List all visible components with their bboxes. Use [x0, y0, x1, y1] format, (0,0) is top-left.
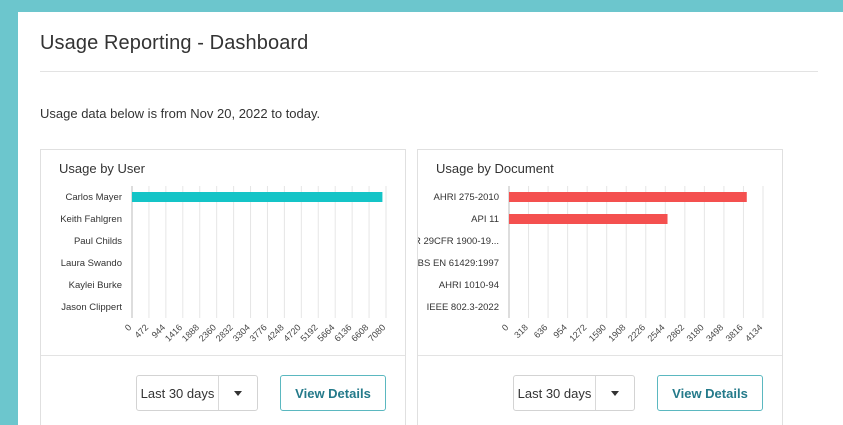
x-tick-label: 3304: [231, 322, 252, 343]
usage-by-user-chart: 0 472 944141618882360283233043776424847205…: [60, 186, 387, 344]
x-tick-label: 5664: [315, 322, 336, 343]
x-tick-label: 7080: [366, 322, 387, 343]
x-tick-label: 4134: [743, 322, 764, 343]
category-label: API 11: [471, 214, 499, 225]
x-tick-label: 472: [133, 322, 151, 340]
category-label: Keith Fahlgren: [60, 214, 122, 225]
bar: [509, 192, 747, 202]
x-tick-label: 5192: [298, 322, 319, 343]
x-tick-label: 3180: [685, 322, 706, 343]
time-range-select[interactable]: Last 30 days: [513, 375, 635, 411]
card-divider: [41, 355, 405, 356]
x-tick-label: 2862: [665, 322, 686, 343]
x-tick-label: 4248: [265, 322, 286, 343]
time-range-select[interactable]: Last 30 days: [136, 375, 258, 411]
x-tick-label: 4720: [282, 322, 303, 343]
category-label: Laura Swando: [61, 258, 122, 269]
time-range-value: Last 30 days: [514, 376, 596, 410]
view-details-button[interactable]: View Details: [280, 375, 386, 411]
category-label: CFR 29CFR 1900-19...: [418, 236, 499, 247]
x-tick-label: 636: [532, 322, 550, 340]
category-label: Kaylei Burke: [69, 280, 122, 291]
x-tick-label: 3776: [248, 322, 269, 343]
x-tick-label: 0: [123, 322, 134, 333]
bar: [132, 192, 383, 202]
view-details-button[interactable]: View Details: [657, 375, 763, 411]
category-label: Carlos Mayer: [66, 192, 123, 203]
category-label: Jason Clippert: [61, 302, 122, 313]
x-tick-label: 3816: [724, 322, 745, 343]
x-tick-label: 954: [551, 322, 569, 340]
page-title: Usage Reporting - Dashboard: [40, 32, 309, 54]
usage-by-document-chart: 0 318 636 954127215901908222625442862318034…: [418, 186, 764, 344]
chevron-down-icon[interactable]: [219, 376, 257, 410]
header-divider: [40, 71, 818, 72]
x-tick-label: 0: [500, 322, 511, 333]
time-range-value: Last 30 days: [137, 376, 219, 410]
x-tick-label: 6136: [332, 322, 353, 343]
category-label: AHRI 1010-94: [439, 280, 499, 291]
date-range-info: Usage data below is from Nov 20, 2022 to…: [40, 106, 321, 121]
x-tick-label: 1888: [180, 322, 201, 343]
category-label: BS EN 61429:1997: [418, 258, 499, 269]
x-tick-label: 1590: [587, 322, 608, 343]
dashboard-panel: Usage Reporting - Dashboard Usage data b…: [18, 12, 843, 425]
usage-by-user-card: Usage by User 0 472 944 1416 1888 2360 2832 330…: [40, 149, 406, 425]
x-tick-label: 3498: [704, 322, 725, 343]
x-tick-label: 6608: [349, 322, 370, 343]
x-tick-label: 2544: [645, 322, 666, 343]
x-tick-label: 1416: [163, 322, 184, 343]
category-label: AHRI 275-2010: [434, 192, 499, 203]
x-tick-label: 1908: [606, 322, 627, 343]
usage-by-document-card: Usage by Document 0 318 636 954 1272 1590 1908…: [417, 149, 783, 425]
x-tick-label: 318: [512, 322, 530, 340]
card-divider: [418, 355, 782, 356]
x-tick-label: 2832: [214, 322, 235, 343]
category-label: Paul Childs: [74, 236, 122, 247]
x-tick-label: 2360: [197, 322, 218, 343]
chevron-down-icon[interactable]: [596, 376, 634, 410]
x-tick-label: 2226: [626, 322, 647, 343]
category-label: IEEE 802.3-2022: [427, 302, 499, 313]
bar: [509, 214, 668, 224]
x-tick-label: 1272: [567, 322, 588, 343]
